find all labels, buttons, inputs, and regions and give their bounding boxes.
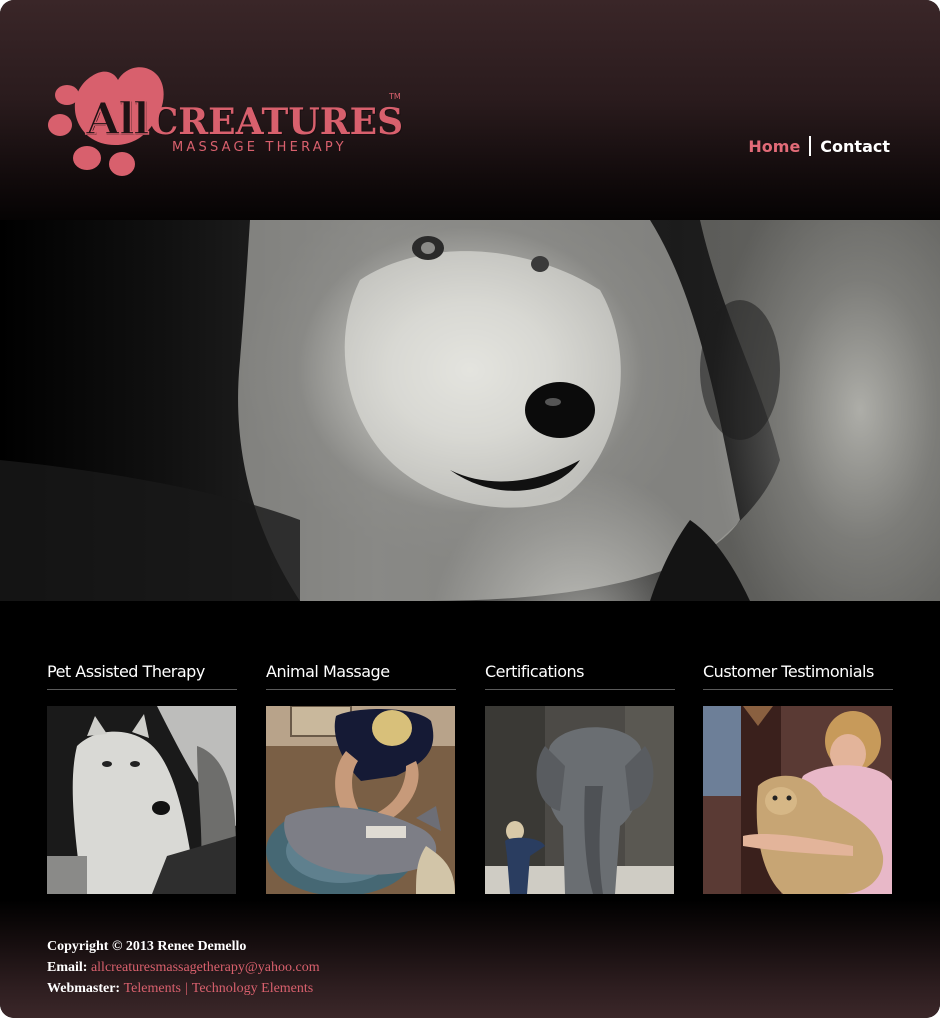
email-line: Email: allcreaturesmassagetherapy@yahoo.… <box>47 957 320 978</box>
site-footer: Copyright © 2013 Renee Demello Email: al… <box>0 900 940 1018</box>
elephant-photo[interactable] <box>485 706 674 894</box>
nav-contact-link[interactable]: Contact <box>820 137 890 156</box>
nav-home-link[interactable]: Home <box>748 137 800 156</box>
hero-banner-image <box>0 220 940 601</box>
copyright-text: Copyright © 2013 Renee Demello <box>47 939 247 954</box>
feature-animal-massage: Animal Massage <box>266 659 456 894</box>
footer-text-block: Copyright © 2013 Renee Demello Email: al… <box>47 936 320 999</box>
features-section: Pet Assisted Therapy Animal Massage Cert… <box>0 601 940 901</box>
webmaster-label: Webmaster: <box>47 981 121 996</box>
email-link[interactable]: allcreaturesmassagetherapy@yahoo.com <box>91 960 320 975</box>
feature-title[interactable]: Animal Massage <box>266 659 456 690</box>
dog-massage-photo[interactable] <box>266 706 455 894</box>
main-nav: Home Contact <box>748 136 890 156</box>
logo-wordmark: AllCREATURES <box>85 93 404 145</box>
site-logo[interactable]: AllCREATURES TM MASSAGE THERAPY <box>46 58 406 183</box>
feature-customer-testimonials: Customer Testimonials <box>703 659 893 894</box>
webmaster-separator: | <box>184 981 188 996</box>
feature-pet-assisted-therapy: Pet Assisted Therapy <box>47 659 237 894</box>
webmaster-line: Webmaster: Telements | Technology Elements <box>47 978 320 999</box>
site-header: AllCREATURES TM MASSAGE THERAPY Home Con… <box>0 0 940 220</box>
white-wolf-photo[interactable] <box>47 706 236 894</box>
trademark-mark: TM <box>389 92 401 101</box>
feature-title[interactable]: Pet Assisted Therapy <box>47 659 237 690</box>
logo-subtitle: MASSAGE THERAPY <box>172 140 347 155</box>
feature-title[interactable]: Customer Testimonials <box>703 659 893 690</box>
feature-certifications: Certifications <box>485 659 675 894</box>
lion-cub-photo[interactable] <box>703 706 892 894</box>
webmaster-link-technology-elements[interactable]: Technology Elements <box>192 981 314 996</box>
email-label: Email: <box>47 960 88 975</box>
page-frame: AllCREATURES TM MASSAGE THERAPY Home Con… <box>0 0 940 1018</box>
logo-word-creatures: CREATURES <box>149 101 404 143</box>
logo-word-all: All <box>85 93 150 145</box>
webmaster-link-telements[interactable]: Telements <box>124 981 181 996</box>
nav-divider <box>809 136 812 156</box>
feature-title[interactable]: Certifications <box>485 659 675 690</box>
